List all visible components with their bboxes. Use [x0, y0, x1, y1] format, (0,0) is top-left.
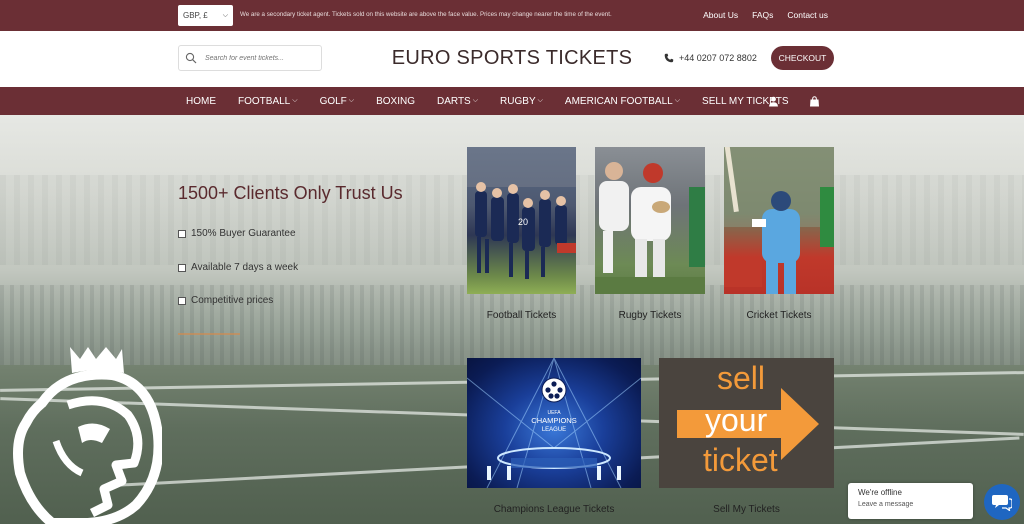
cricket-player-illustration [724, 147, 834, 294]
champions-league-illustration: UEFA CHAMPIONS LEAGUE [467, 358, 641, 488]
main-nav: HOME FOOTBALL ⌵ GOLF ⌵ BOXING DARTS ⌵ RUGBY ⌵ AMER… [0, 87, 1024, 115]
sell-my-tickets-card[interactable]: sell your ticket Sell My Tickets [659, 358, 834, 524]
football-tickets-card[interactable]: 20 Football Tickets [467, 147, 576, 323]
bullet-text: Available 7 days a week [191, 262, 299, 273]
chevron-down-icon: ⌵ [348, 97, 355, 104]
chevron-down-icon: ⌵ [292, 97, 298, 104]
currency-value: GBP, £ [183, 11, 208, 20]
nav-item-golf[interactable]: GOLF ⌵ [320, 96, 355, 107]
nav-item-label: AMERICAN FOOTBALL [564, 95, 673, 107]
contact-us-link[interactable]: Contact us [787, 10, 828, 20]
card-label: Sell My Tickets [713, 504, 780, 515]
bullet-item: 150% Buyer Guarantee [178, 228, 296, 239]
nav-item-label: RUGBY [500, 95, 536, 107]
sell-your-ticket-image: sell your ticket [659, 358, 834, 488]
card-label: Rugby Tickets [618, 310, 682, 321]
site-header: EURO SPORTS TICKETS +44 0207 072 8802 CH… [0, 31, 1024, 87]
faqs-link[interactable]: FAQs [752, 10, 773, 20]
nav-item-label: GOLF [319, 95, 347, 107]
rugby-tickets-card[interactable]: Rugby Tickets [595, 147, 705, 323]
nav-item-rugby[interactable]: RUGBY ⌵ [500, 96, 543, 107]
checkbox-icon [178, 229, 186, 238]
chevron-down-icon: ⌵ [537, 97, 543, 104]
bullet-text: Competitive prices [191, 295, 274, 306]
nav-item-football[interactable]: FOOTBALL ⌵ [238, 96, 298, 107]
top-links: About Us FAQs Contact us [689, 10, 828, 20]
cricket-image [724, 147, 834, 294]
football-players-illustration: 20 [467, 147, 576, 279]
football-image: 20 [467, 147, 576, 294]
card-label: Football Tickets [486, 310, 557, 321]
chevron-down-icon: ⌵ [674, 97, 681, 104]
cricket-tickets-card[interactable]: Cricket Tickets [724, 147, 834, 323]
currency-select[interactable]: GBP, £ ⌵ [178, 5, 233, 26]
svg-text:20: 20 [518, 217, 528, 227]
rugby-players-illustration [595, 162, 705, 294]
phone-text: +44 0207 072 8802 [679, 53, 757, 63]
chat-button[interactable] [984, 484, 1020, 520]
nav-item-label: FOOTBALL [238, 95, 291, 107]
nav-item-home[interactable]: HOME [186, 96, 216, 107]
user-icon[interactable] [768, 96, 779, 107]
top-bar: GBP, £ ⌵ We are a secondary ticket agent… [0, 0, 1024, 31]
champions-league-tickets-card[interactable]: UEFA CHAMPIONS LEAGUE Champions League T… [467, 358, 641, 524]
nav-item-label: HOME [186, 95, 216, 107]
secondary-agent-notice: We are a secondary ticket agent. Tickets… [240, 11, 612, 18]
ticket-word: ticket [703, 442, 778, 478]
card-label: Cricket Tickets [746, 310, 812, 321]
chat-widget[interactable]: We're offline Leave a message [848, 483, 973, 519]
premier-league-lion-logo [13, 347, 162, 524]
svg-text:CHAMPIONS: CHAMPIONS [531, 416, 576, 425]
nav-item-label: BOXING [376, 95, 416, 107]
chat-prompt: Leave a message [858, 501, 914, 508]
phone-number[interactable]: +44 0207 072 8802 [664, 53, 757, 63]
trust-heading: 1500+ Clients Only Trust Us [178, 183, 403, 203]
nav-icons [768, 87, 820, 115]
your-word: your [705, 402, 768, 438]
champions-league-image: UEFA CHAMPIONS LEAGUE [467, 358, 641, 488]
nav-item-boxing[interactable]: BOXING [376, 96, 415, 107]
svg-text:LEAGUE: LEAGUE [542, 427, 566, 433]
bullet-text: 150% Buyer Guarantee [191, 228, 296, 239]
chevron-down-icon: ⌵ [472, 97, 479, 104]
card-label: Champions League Tickets [493, 504, 615, 515]
bullet-item: Competitive prices [178, 295, 273, 306]
nav-item-darts[interactable]: DARTS ⌵ [437, 96, 478, 107]
chat-status: We're offline [858, 488, 902, 497]
checkbox-icon [178, 263, 186, 272]
nav-items: HOME FOOTBALL ⌵ GOLF ⌵ BOXING DARTS ⌵ RUGBY ⌵ AMER… [186, 87, 811, 115]
checkout-button[interactable]: CHECKOUT [771, 46, 834, 70]
nav-item-label: DARTS [437, 95, 471, 107]
chevron-down-icon: ⌵ [222, 11, 228, 19]
site-logo-text[interactable]: EURO SPORTS TICKETS [0, 47, 1024, 70]
rugby-image [595, 147, 705, 294]
chat-bubble-icon [992, 495, 1012, 511]
decorative-arrow [178, 333, 240, 335]
bullet-item: Available 7 days a week [178, 262, 298, 273]
checkbox-icon [178, 296, 186, 305]
about-us-link[interactable]: About Us [703, 10, 738, 20]
sell-word: sell [717, 360, 766, 396]
nav-item-american-football[interactable]: AMERICAN FOOTBALL ⌵ [565, 96, 680, 107]
phone-icon [664, 53, 674, 63]
shopping-bag-icon[interactable] [809, 95, 820, 107]
